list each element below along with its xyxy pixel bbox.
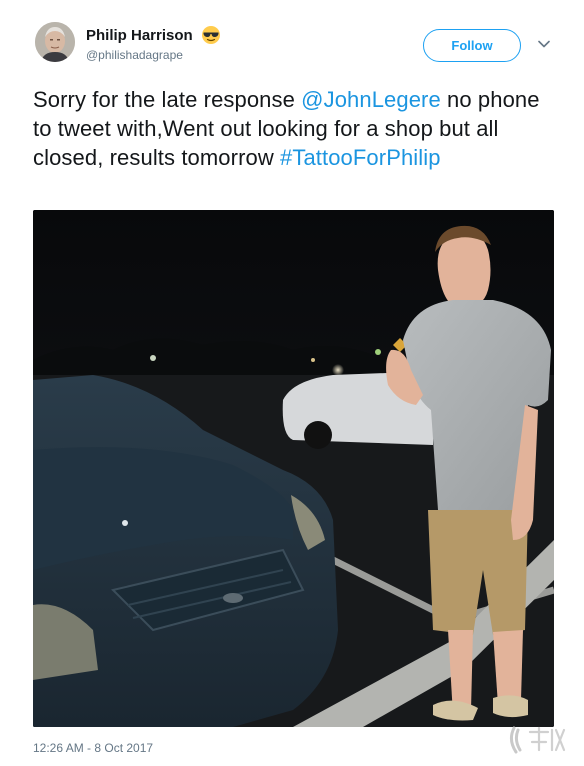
user-handle[interactable]: @philishadagrape bbox=[86, 48, 221, 62]
chevron-down-icon[interactable] bbox=[538, 40, 550, 48]
follow-button[interactable]: Follow bbox=[423, 29, 521, 62]
watermark-logo-icon bbox=[509, 726, 566, 754]
night-parking-lot-photo bbox=[33, 210, 554, 727]
display-name[interactable]: Philip Harrison bbox=[86, 27, 193, 44]
tweet-text-segment: Sorry for the late response bbox=[33, 87, 302, 112]
author-block[interactable]: Philip Harrison @philishadagrape bbox=[86, 25, 221, 62]
tweet-timestamp[interactable]: 12:26 AM - 8 Oct 2017 bbox=[33, 741, 153, 755]
hashtag-link[interactable]: #TattooForPhilip bbox=[280, 145, 441, 170]
tweet-text: Sorry for the late response @JohnLegere … bbox=[33, 85, 553, 172]
tweet-photo[interactable] bbox=[33, 210, 554, 727]
avatar[interactable] bbox=[35, 22, 75, 62]
mention-link[interactable]: @JohnLegere bbox=[301, 87, 441, 112]
sunglasses-emoji-icon bbox=[201, 25, 221, 45]
tweet-card: Philip Harrison @philishadagrape Follow … bbox=[0, 0, 584, 766]
profile-photo-icon bbox=[35, 22, 75, 62]
